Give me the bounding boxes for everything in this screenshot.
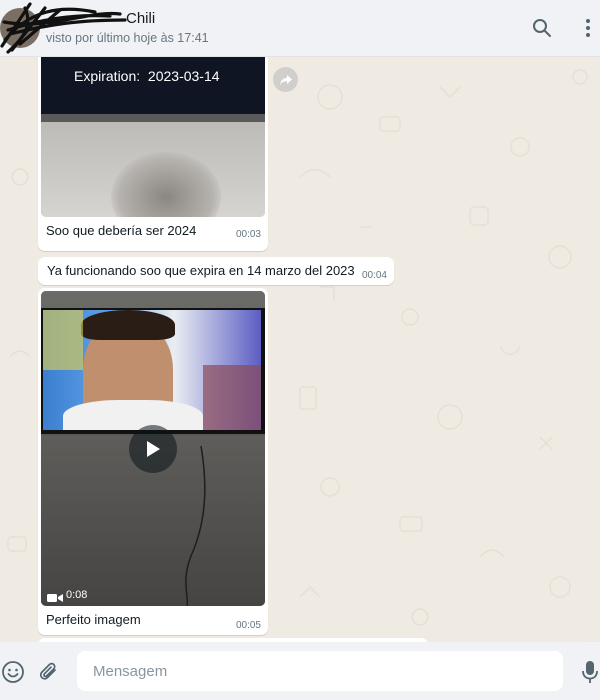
text-message[interactable]: Ya funcionando soo que expira en 14 marz… — [38, 257, 394, 285]
more-vertical-icon[interactable] — [576, 16, 600, 40]
message-caption: Soo que debería ser 2024 — [46, 223, 197, 238]
message-input[interactable] — [77, 651, 563, 691]
message-composer — [0, 642, 600, 700]
video-message[interactable]: 0:08 Perfeito imagem 00:05 — [38, 288, 268, 635]
contact-status: visto por último hoje às 17:41 — [46, 31, 209, 45]
contact-name[interactable]: Chili — [46, 10, 155, 27]
chat-header: Chili visto por último hoje às 17:41 — [0, 0, 600, 57]
chat-area[interactable]: Expiration: 2023-03-14 Soo que debería s… — [0, 57, 600, 642]
emoji-icon[interactable] — [0, 659, 26, 685]
video-thumbnail[interactable]: 0:08 — [41, 291, 265, 606]
image-message[interactable]: Expiration: 2023-03-14 Soo que debería s… — [38, 57, 268, 251]
image-thumbnail[interactable]: Expiration: 2023-03-14 — [41, 57, 265, 217]
overlay-text: Expiration: 2023-03-14 — [74, 68, 220, 84]
forward-icon[interactable] — [273, 67, 298, 92]
redaction-scribble — [0, 2, 127, 54]
search-icon[interactable] — [530, 16, 554, 40]
video-duration: 0:08 — [66, 589, 88, 601]
message-time: 00:03 — [235, 229, 261, 240]
message-time: 00:05 — [235, 620, 261, 631]
message-time: 00:04 — [361, 270, 387, 281]
microphone-icon[interactable] — [577, 659, 600, 685]
message-caption: Perfeito imagem — [46, 612, 141, 627]
play-icon[interactable] — [129, 425, 177, 473]
message-text: Ya funcionando soo que expira en 14 marz… — [47, 263, 355, 278]
paperclip-icon[interactable] — [36, 659, 62, 685]
video-camera-icon — [47, 590, 63, 606]
